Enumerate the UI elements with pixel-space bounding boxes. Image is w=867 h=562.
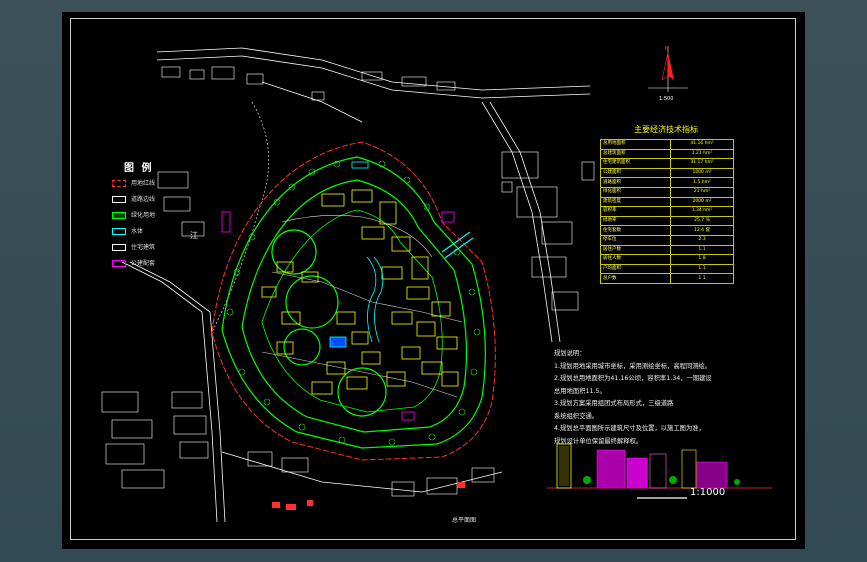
river-label: 江 [190,231,198,240]
stats-label: 总建筑面积 [600,148,671,160]
stats-label: 公建面积 [600,167,671,179]
stats-value: 12.4 套 [670,225,734,236]
stats-row: 住宅套数 12.4 套 [600,225,734,236]
stats-row: 停车位 2.3 [600,234,734,246]
stats-table: 总用地面积 41.16 hm² 总建筑面积 1.21 hm² 住宅建筑面积 31.17 h… [600,139,734,284]
green-swatch-icon [112,212,126,219]
stats-label: 住宅建筑面积 [600,158,671,169]
stats-label: 居住户数 [600,244,671,256]
stats-value: 1.21 hm² [670,148,734,160]
drawing-sheet[interactable]: 江 总平面图 图 例 用地红线 道路边线 绿化用地 水体 住宅建筑 公建配套 N… [62,12,805,549]
north-arrow-scale: 1:500 [659,96,674,102]
stats-label: 建筑密度 [600,196,671,208]
legend-title: 图 例 [124,163,154,174]
green-space [221,156,486,449]
elevation-scale: 1:1000 [690,487,726,498]
stats-value: 1.5 hm² [670,177,734,188]
plan-bottom-label: 总平面图 [452,517,477,524]
stats-value: 1.34 hm² [670,206,734,217]
stats-row: 居住户数 1.1 [600,244,734,256]
note-line: 2.规划总用地面积为41.16公顷，容积率1.34，一期建设 [554,375,712,382]
stats-label: 住宅套数 [600,225,671,236]
legend-item: 绿化用地 [112,211,182,221]
stats-label: 容积率 [600,206,671,217]
legend-item: 公建配套 [112,259,182,269]
stats-row: 居住人数 1.8 [600,254,734,265]
stats-row: 户均面积 1.1 [600,263,734,275]
stats-row: 道路面积 1.5 hm² [600,177,734,188]
stats-label: 总用地面积 [600,139,671,150]
stats-label: 居住人数 [600,254,671,265]
stats-label: 户均面积 [600,263,671,275]
stats-value: 21 hm² [670,186,734,198]
legend-item: 水体 [112,227,182,237]
stats-row: 建筑密度 2000 m² [600,196,734,208]
svg-text:N: N [665,46,669,52]
stats-row: 公建面积 1000 m² [600,167,734,179]
stats-row: 总建筑面积 1.21 hm² [600,148,734,160]
stats-label: 绿化面积 [600,186,671,198]
stats-table-title: 主要经济技术指标 [634,125,698,134]
note-line: 总用地面积11.5。 [554,387,606,395]
city-roads [121,47,591,523]
legend-item: 住宅建筑 [112,243,182,253]
water-swatch-icon [112,228,126,235]
residential-buildings [261,189,459,395]
stats-value: 25.7 % [670,215,734,227]
stats-value: 2.3 [670,234,734,246]
stats-label: 绿地率 [600,215,671,227]
building-swatch-icon [112,244,126,251]
stats-value: 1.1 [670,263,734,275]
stats-value: 41.16 hm² [670,139,734,150]
stats-value: 1.1 [670,273,734,284]
stats-row: 住宅建筑面积 31.17 hm² [600,158,734,169]
legend-item: 道路边线 [112,195,182,205]
note-line: 3.规划方案采用组团式布局形式，三级道路 [554,400,674,407]
legend-item: 用地红线 [112,179,182,189]
note-line: 1.规划用地采用城市坐标，采用测绘坐标，高程同测绘。 [554,362,712,370]
elevation-drawing [547,443,772,499]
stats-row: 总用地面积 41.16 hm² [600,139,734,150]
stats-value: 31.17 hm² [670,158,734,169]
annotation-marks [272,482,465,510]
trees [226,160,481,446]
stats-row: 绿化面积 21 hm² [600,186,734,198]
stats-label: 总户数 [600,273,671,284]
stats-value: 1.1 [670,244,734,256]
stats-label: 道路面积 [600,177,671,188]
boundary-swatch-icon [112,180,126,187]
stats-row: 绿地率 25.7 % [600,215,734,227]
stats-row: 总户数 1.1 [600,273,734,284]
note-line: 规划说明： [554,350,586,357]
stats-value: 2000 m² [670,196,734,208]
note-line: 系统组织交通。 [554,412,599,420]
stats-value: 1.8 [670,254,734,265]
stats-label: 停车位 [600,234,671,246]
road-swatch-icon [112,196,126,203]
public-building-swatch-icon [112,260,126,267]
cad-viewport[interactable]: 江 总平面图 图 例 用地红线 道路边线 绿化用地 水体 住宅建筑 公建配套 N… [0,0,867,562]
river [211,101,269,333]
north-arrow-icon: N [648,46,688,92]
stats-value: 1000 m² [670,167,734,179]
city-blocks [101,66,595,497]
stats-row: 容积率 1.34 hm² [600,206,734,217]
